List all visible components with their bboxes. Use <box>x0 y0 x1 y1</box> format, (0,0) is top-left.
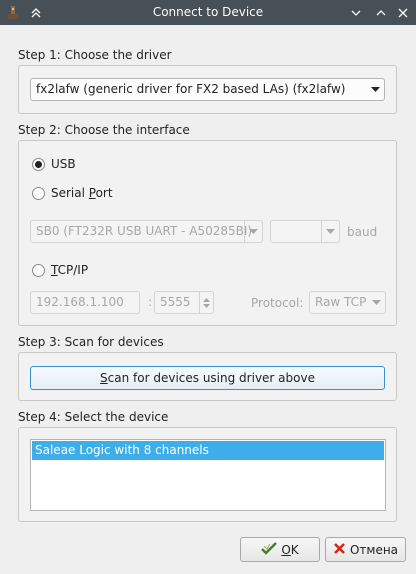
cancel-button[interactable]: Отмена <box>325 537 406 562</box>
tcpip-radio[interactable]: TCP/IP <box>32 263 88 277</box>
scan-devices-button[interactable]: Scan for devices using driver above <box>30 366 385 390</box>
port-value: 5555 <box>160 295 191 309</box>
port-stepper[interactable]: 5555 <box>154 291 214 314</box>
spin-arrows-icon[interactable] <box>199 292 213 313</box>
title-bar: Connect to Device <box>0 0 416 25</box>
maximize-icon[interactable] <box>370 0 392 25</box>
chevron-down-icon <box>244 221 262 242</box>
serial-port-radio[interactable]: Serial Port <box>32 186 113 200</box>
protocol-select-value: Raw TCP <box>315 295 367 309</box>
list-item[interactable]: Saleae Logic with 8 channels <box>32 441 384 460</box>
step2-label: Step 2: Choose the interface <box>18 123 190 137</box>
checkmark-icon <box>261 541 278 558</box>
protocol-label: Protocol: <box>251 296 304 310</box>
close-icon[interactable] <box>392 0 414 25</box>
step3-group: Scan for devices using driver above <box>18 352 397 401</box>
chevron-down-icon <box>367 292 385 313</box>
port-separator: : <box>148 295 153 309</box>
ok-button[interactable]: OK <box>240 537 320 562</box>
host-input[interactable]: 192.168.1.100 <box>30 291 140 314</box>
cancel-button-label: Отмена <box>349 542 399 557</box>
minimize-icon[interactable] <box>345 0 367 25</box>
baud-label: baud <box>347 225 378 239</box>
chevron-down-icon <box>321 221 339 242</box>
driver-select-value: fx2lafw (generic driver for FX2 based LA… <box>36 82 346 96</box>
baud-select[interactable] <box>270 220 340 243</box>
usb-radio[interactable]: USB <box>32 157 76 171</box>
usb-radio-label: USB <box>51 157 76 171</box>
tcpip-radio-label: TCP/IP <box>51 263 89 277</box>
driver-select[interactable]: fx2lafw (generic driver for FX2 based LA… <box>30 78 385 101</box>
radio-checked-icon <box>32 157 45 171</box>
radio-unchecked-icon <box>32 263 45 277</box>
step4-label: Step 4: Select the device <box>18 410 169 424</box>
serial-port-select[interactable]: SB0 (FT232R USB UART - A50285BI) <box>30 220 263 243</box>
step3-label: Step 3: Scan for devices <box>18 335 164 349</box>
chevron-down-icon <box>366 79 384 100</box>
step1-group: fx2lafw (generic driver for FX2 based LA… <box>18 65 397 114</box>
scan-button-label: Scan for devices using driver above <box>100 371 315 385</box>
step1-label: Step 1: Choose the driver <box>18 48 172 62</box>
step2-group: USB Serial Port SB0 (FT232R USB UART - A… <box>18 140 397 326</box>
serial-port-select-value: SB0 (FT232R USB UART - A50285BI) <box>36 224 253 238</box>
serial-port-radio-label: Serial Port <box>51 186 113 200</box>
radio-unchecked-icon <box>32 186 45 200</box>
red-x-icon <box>333 542 346 558</box>
ok-button-label: OK <box>281 542 299 557</box>
protocol-select[interactable]: Raw TCP <box>309 291 386 314</box>
device-list[interactable]: Saleae Logic with 8 channels <box>30 439 386 511</box>
